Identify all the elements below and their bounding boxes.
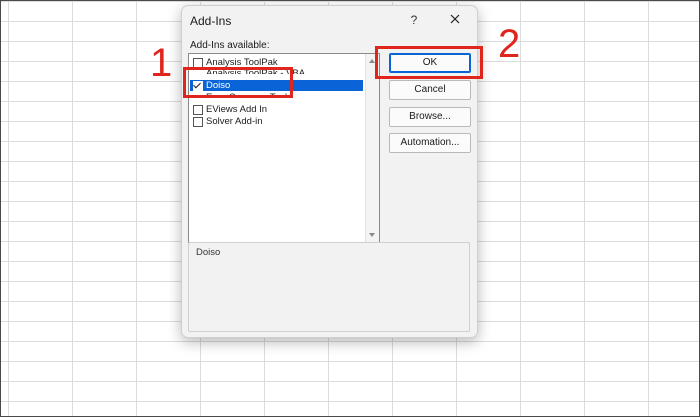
add-ins-available-label: Add-Ins available: bbox=[190, 40, 270, 51]
close-button[interactable] bbox=[446, 10, 464, 28]
list-item-solver-add-in[interactable]: Solver Add-in bbox=[190, 116, 363, 127]
description-group bbox=[188, 242, 470, 332]
checkbox[interactable] bbox=[193, 105, 203, 115]
checkbox[interactable] bbox=[193, 117, 203, 127]
cancel-button[interactable]: Cancel bbox=[389, 80, 471, 100]
annotation-step-2: 2 bbox=[498, 22, 521, 66]
listbox-scrollbar[interactable] bbox=[365, 54, 379, 242]
dialog-title: Add-Ins bbox=[190, 14, 232, 28]
description-label: Doiso bbox=[196, 247, 221, 258]
close-icon bbox=[450, 14, 460, 24]
automation-button[interactable]: Automation... bbox=[389, 133, 471, 153]
list-item-eviews-add-in[interactable]: EViews Add In bbox=[190, 104, 363, 115]
annotation-box-2 bbox=[375, 46, 483, 79]
help-button[interactable]: ? bbox=[406, 11, 422, 29]
annotation-box-1 bbox=[183, 67, 293, 98]
annotation-step-1: 1 bbox=[150, 41, 173, 85]
browse-button[interactable]: Browse... bbox=[389, 107, 471, 127]
arrow-down-icon[interactable] bbox=[369, 233, 375, 237]
